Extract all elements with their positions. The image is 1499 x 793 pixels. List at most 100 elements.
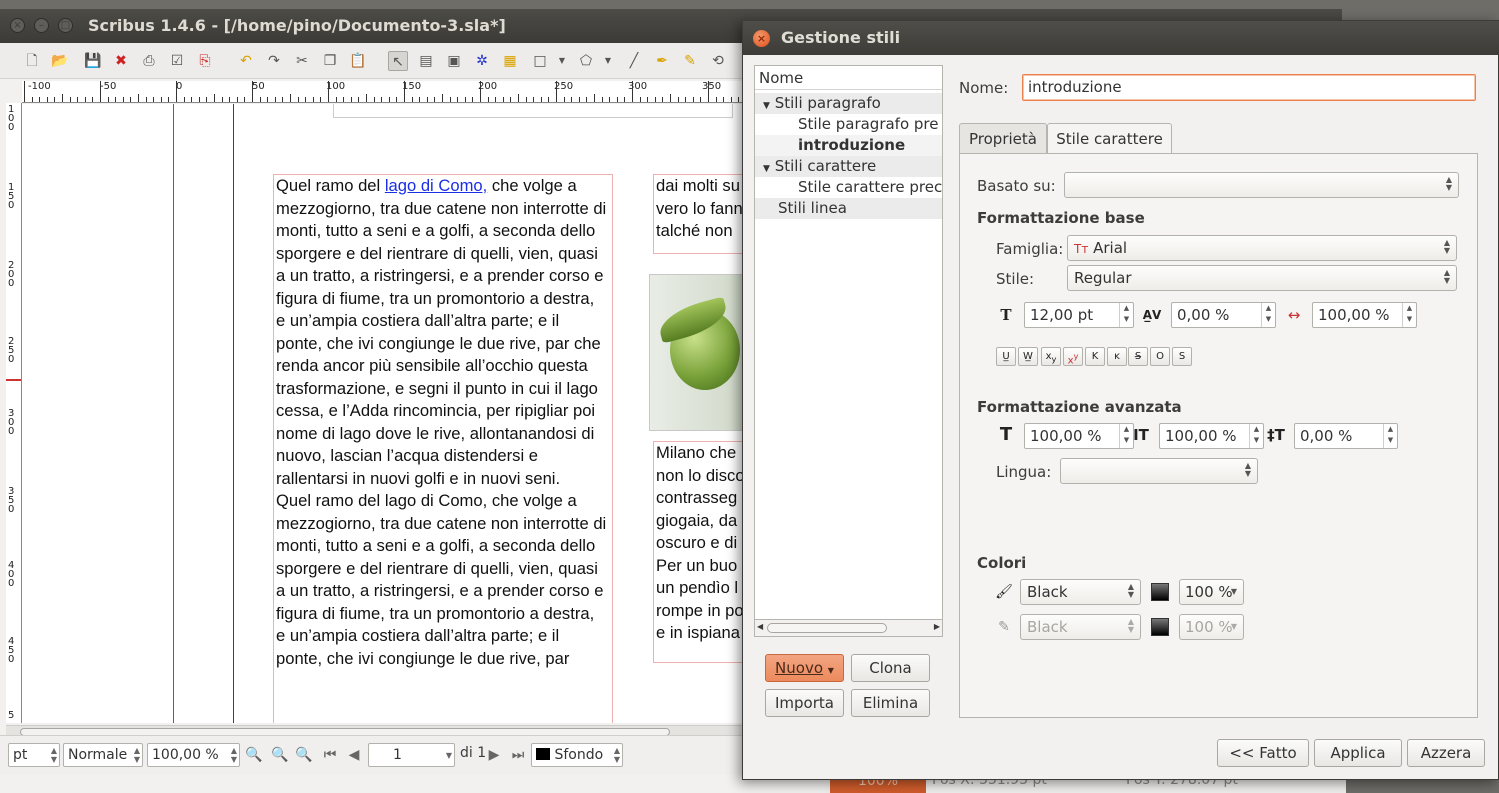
- strikethrough-icon[interactable]: S̶: [1128, 347, 1148, 366]
- zoom-field[interactable]: 100,00 % ▲ ▼: [147, 743, 240, 767]
- outline-icon[interactable]: O: [1150, 347, 1170, 366]
- print-icon[interactable]: ⎙: [139, 51, 159, 71]
- render-frame-icon[interactable]: ✲: [472, 51, 492, 71]
- paste-icon[interactable]: 📋: [348, 51, 368, 71]
- undo-icon[interactable]: ↶: [236, 51, 256, 71]
- tab-properties[interactable]: Proprietà: [959, 123, 1047, 154]
- import-button[interactable]: Importa: [765, 689, 844, 717]
- scrollbar-thumb[interactable]: [767, 623, 887, 633]
- style-tree[interactable]: Nome ▼ Stili paragrafo Stile paragrafo p…: [754, 65, 943, 620]
- style-name-input[interactable]: introduzione: [1022, 74, 1476, 101]
- minimize-window-button[interactable]: –: [34, 18, 49, 33]
- mode-select[interactable]: Normale ▲ ▼: [63, 743, 143, 767]
- tree-item-paragraph-styles[interactable]: ▼ Stili paragrafo: [755, 93, 942, 114]
- expand-arrow-icon[interactable]: ▼: [763, 164, 770, 174]
- pdf-export-icon[interactable]: ⎘: [195, 51, 215, 71]
- font-size-field[interactable]: 12,00 pt ▲ ▼: [1024, 302, 1134, 328]
- all-caps-icon[interactable]: K: [1085, 347, 1105, 366]
- scroll-left-icon[interactable]: ◀: [757, 622, 763, 631]
- copy-icon[interactable]: ❐: [320, 51, 340, 71]
- fill-color-select[interactable]: Black ▲ ▼: [1020, 579, 1141, 605]
- header-frame[interactable]: [333, 104, 733, 118]
- tab-character-style[interactable]: Stile carattere: [1047, 123, 1172, 155]
- tree-scrollbar[interactable]: ◀ ▶: [754, 620, 943, 637]
- polygon-icon[interactable]: ⬠: [576, 51, 596, 71]
- text-frame-left[interactable]: Quel ramo del lago di Como, che volge a …: [273, 174, 613, 723]
- text-line: oscuro e di: [656, 533, 738, 552]
- last-page-icon[interactable]: ⏭: [508, 745, 528, 765]
- redo-icon[interactable]: ↷: [264, 51, 284, 71]
- text-frame-icon[interactable]: ▤: [416, 51, 436, 71]
- polygon-dropdown-icon[interactable]: ▼: [598, 51, 618, 71]
- spin-arrows-icon[interactable]: ▲ ▼: [1383, 424, 1397, 448]
- next-page-icon[interactable]: ▶: [484, 745, 504, 765]
- zoom-in-icon[interactable]: 🔍: [294, 745, 314, 765]
- based-on-select[interactable]: ▲ ▼: [1064, 172, 1459, 198]
- scroll-right-icon[interactable]: ▶: [934, 622, 940, 631]
- close-icon[interactable]: ✖: [111, 51, 131, 71]
- subscript-icon[interactable]: xy: [1041, 347, 1061, 366]
- underline-words-icon[interactable]: W̲: [1018, 347, 1038, 366]
- highlighted-link[interactable]: lago di Como,: [385, 176, 487, 195]
- tree-item-character-styles[interactable]: ▼ Stili carattere: [755, 156, 942, 177]
- spin-arrows-icon[interactable]: ▲ ▼: [1119, 303, 1133, 327]
- bezier-icon[interactable]: ✒: [652, 51, 672, 71]
- clone-button[interactable]: Clona: [851, 654, 930, 682]
- cut-icon[interactable]: ✂: [292, 51, 312, 71]
- shape-dropdown-icon[interactable]: ▼: [552, 51, 572, 71]
- shadow-icon[interactable]: S: [1172, 347, 1192, 366]
- font-style-select[interactable]: Regular ▲ ▼: [1067, 265, 1457, 291]
- image-frame[interactable]: [649, 274, 742, 431]
- spin-arrows-icon[interactable]: ▲ ▼: [1261, 303, 1275, 327]
- table-icon[interactable]: ▦: [500, 51, 520, 71]
- done-button[interactable]: << Fatto: [1217, 739, 1309, 767]
- freehand-icon[interactable]: ✎: [680, 51, 700, 71]
- document-canvas[interactable]: Quel ramo del lago di Como, che volge a …: [22, 104, 742, 723]
- reset-button[interactable]: Azzera: [1407, 739, 1485, 767]
- scale-width-field[interactable]: 100,00 % ▲ ▼: [1159, 423, 1264, 449]
- underline-icon[interactable]: U̲: [996, 347, 1016, 366]
- scaling-field[interactable]: 100,00 % ▲ ▼: [1312, 302, 1417, 328]
- scale-height-field[interactable]: 100,00 % ▲ ▼: [1024, 423, 1134, 449]
- unit-select[interactable]: pt ▲ ▼: [8, 743, 60, 767]
- text-frame-right-top[interactable]: dai molti su vero lo fann talché non: [653, 174, 742, 254]
- font-family-select[interactable]: Tᴛ Arial ▲ ▼: [1067, 235, 1457, 261]
- new-button[interactable]: Nuovo ▼: [765, 654, 844, 682]
- open-icon[interactable]: 📂: [50, 51, 70, 71]
- apply-button[interactable]: Applica: [1314, 739, 1402, 767]
- fill-shade-select[interactable]: 100 % ▼: [1179, 579, 1244, 605]
- dialog-close-icon[interactable]: ×: [753, 30, 770, 47]
- tree-item-default-paragraph[interactable]: Stile paragrafo pre: [755, 114, 942, 135]
- zoom-out-icon[interactable]: 🔍: [244, 745, 264, 765]
- ruler-tick: [373, 97, 375, 102]
- previous-page-icon[interactable]: ◀: [344, 745, 364, 765]
- new-document-icon[interactable]: 🗋: [22, 51, 42, 71]
- preflight-icon[interactable]: ☑: [167, 51, 187, 71]
- maximize-window-button[interactable]: □: [58, 18, 73, 33]
- tree-item-line-styles[interactable]: Stili linea: [755, 198, 942, 219]
- language-select[interactable]: ▲ ▼: [1060, 458, 1258, 484]
- layer-select[interactable]: Sfondo ▲ ▼: [531, 743, 623, 767]
- image-frame-icon[interactable]: ▣: [444, 51, 464, 71]
- save-icon[interactable]: 💾: [83, 51, 103, 71]
- line-icon[interactable]: ╱: [624, 51, 644, 71]
- superscript-icon[interactable]: xy: [1063, 347, 1083, 366]
- select-icon[interactable]: ↖: [388, 51, 408, 71]
- rotate-icon[interactable]: ⟲: [708, 51, 728, 71]
- expand-arrow-icon[interactable]: ▼: [763, 101, 770, 111]
- tracking-field[interactable]: 0,00 % ▲ ▼: [1171, 302, 1276, 328]
- spin-arrows-icon[interactable]: ▲ ▼: [1402, 303, 1416, 327]
- ruler-tick: [449, 97, 451, 102]
- shape-icon[interactable]: □: [530, 51, 550, 71]
- small-caps-icon[interactable]: ĸ: [1107, 347, 1127, 366]
- text-frame-right-bottom[interactable]: Milano che non lo disco contrasseg gioga…: [653, 441, 742, 663]
- tree-item-introduzione[interactable]: introduzione: [755, 135, 942, 156]
- close-window-button[interactable]: ×: [10, 18, 25, 33]
- baseline-offset-field[interactable]: 0,00 % ▲ ▼: [1294, 423, 1398, 449]
- tree-item-default-character[interactable]: Stile carattere prec: [755, 177, 942, 198]
- page-select[interactable]: 1 ▼: [368, 743, 455, 767]
- delete-button[interactable]: Elimina: [851, 689, 930, 717]
- zoom-actual-icon[interactable]: 🔍: [270, 745, 290, 765]
- spin-arrows-icon[interactable]: ▲ ▼: [1249, 424, 1263, 448]
- first-page-icon[interactable]: ⏮: [320, 745, 340, 765]
